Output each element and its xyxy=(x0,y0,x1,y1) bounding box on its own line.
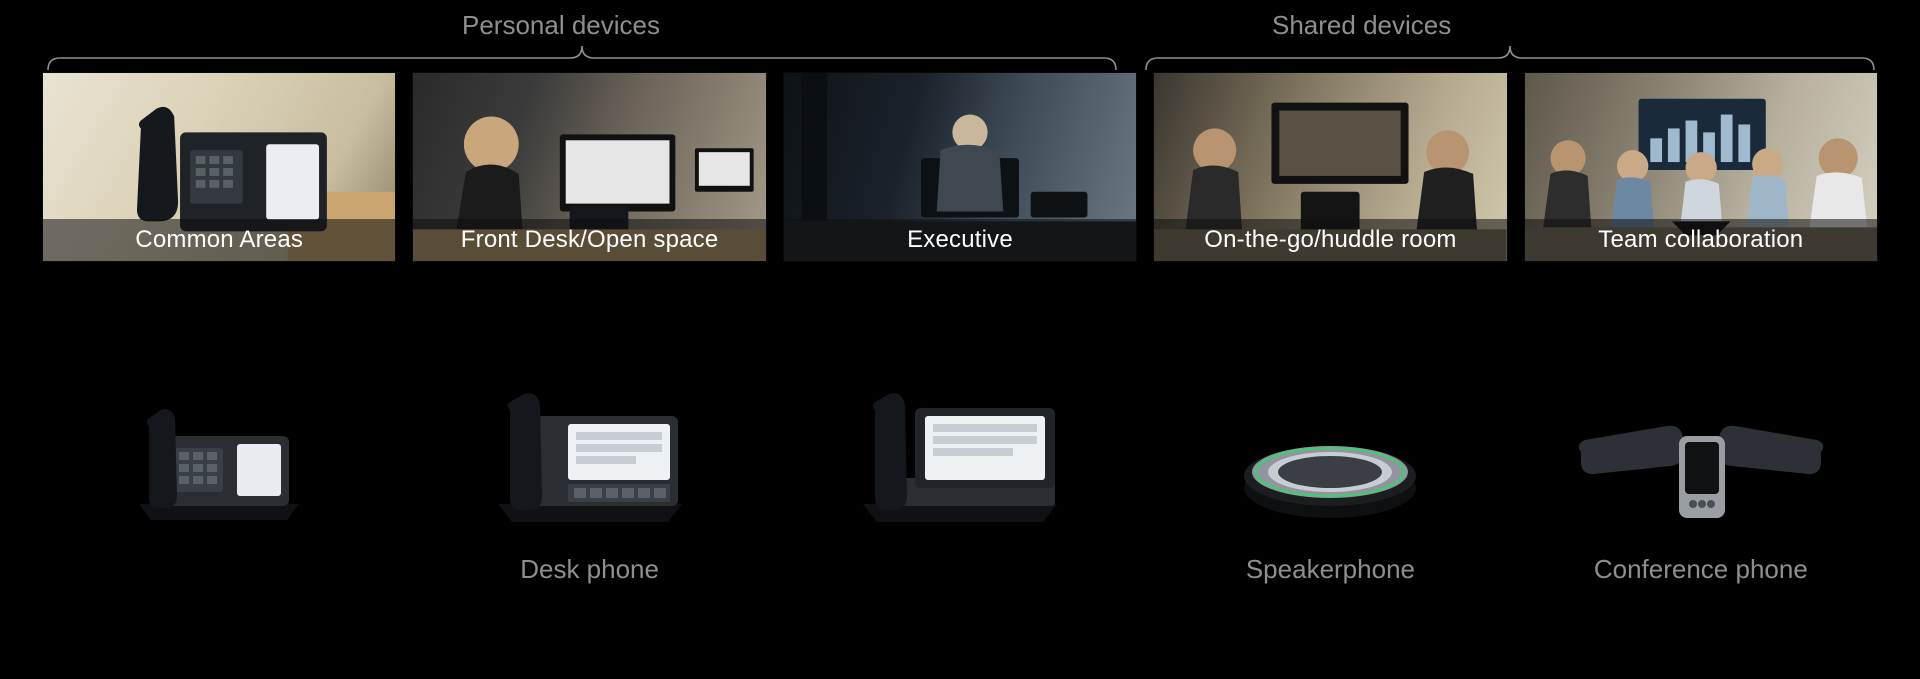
usecase-caption-bar: Front Desk/Open space xyxy=(413,219,765,261)
category-row: Personal devices Shared devices xyxy=(42,0,1878,72)
deskphone-tablet-icon xyxy=(783,382,1137,532)
device-deskphone-touch: Desk phone xyxy=(412,382,766,586)
deskphone-touch-icon xyxy=(412,382,766,532)
device-conference-phone: Conference phone xyxy=(1524,382,1878,586)
usecase-caption: Front Desk/Open space xyxy=(461,226,719,254)
device-label: Speakerphone xyxy=(1246,554,1415,586)
conference-phone-icon xyxy=(1524,382,1878,532)
device-speakerphone: Speakerphone xyxy=(1153,382,1507,586)
bracket-personal-icon xyxy=(42,46,1122,72)
device-deskphone-tablet xyxy=(783,382,1137,586)
usecase-caption-bar: Common Areas xyxy=(43,219,395,261)
category-shared-label: Shared devices xyxy=(1272,10,1451,41)
usecase-caption: On-the-go/huddle room xyxy=(1204,226,1456,254)
usecase-caption: Team collaboration xyxy=(1598,226,1803,254)
deskphone-small-icon xyxy=(42,382,396,532)
usecase-caption: Common Areas xyxy=(135,226,303,254)
usecase-card-huddle: On-the-go/huddle room xyxy=(1153,72,1507,262)
usecase-card-executive: Executive xyxy=(783,72,1137,262)
category-personal-label: Personal devices xyxy=(462,10,660,41)
device-row: Desk phone xyxy=(42,382,1878,586)
usecase-card-front-desk: Front Desk/Open space xyxy=(412,72,766,262)
usecase-caption-bar: On-the-go/huddle room xyxy=(1154,219,1506,261)
device-label: Conference phone xyxy=(1594,554,1808,586)
usecase-card-common-areas: Common Areas xyxy=(42,72,396,262)
usecase-caption: Executive xyxy=(907,226,1013,254)
device-label: Desk phone xyxy=(520,554,659,586)
usecase-caption-bar: Team collaboration xyxy=(1525,219,1877,261)
usecase-caption-bar: Executive xyxy=(784,219,1136,261)
usecase-card-row: Common Areas Front Desk/Open space xyxy=(42,72,1878,262)
usecase-card-team-collab: Team collaboration xyxy=(1524,72,1878,262)
device-deskphone-small xyxy=(42,382,396,586)
bracket-shared-icon xyxy=(1140,46,1880,72)
speakerphone-puck-icon xyxy=(1153,382,1507,532)
